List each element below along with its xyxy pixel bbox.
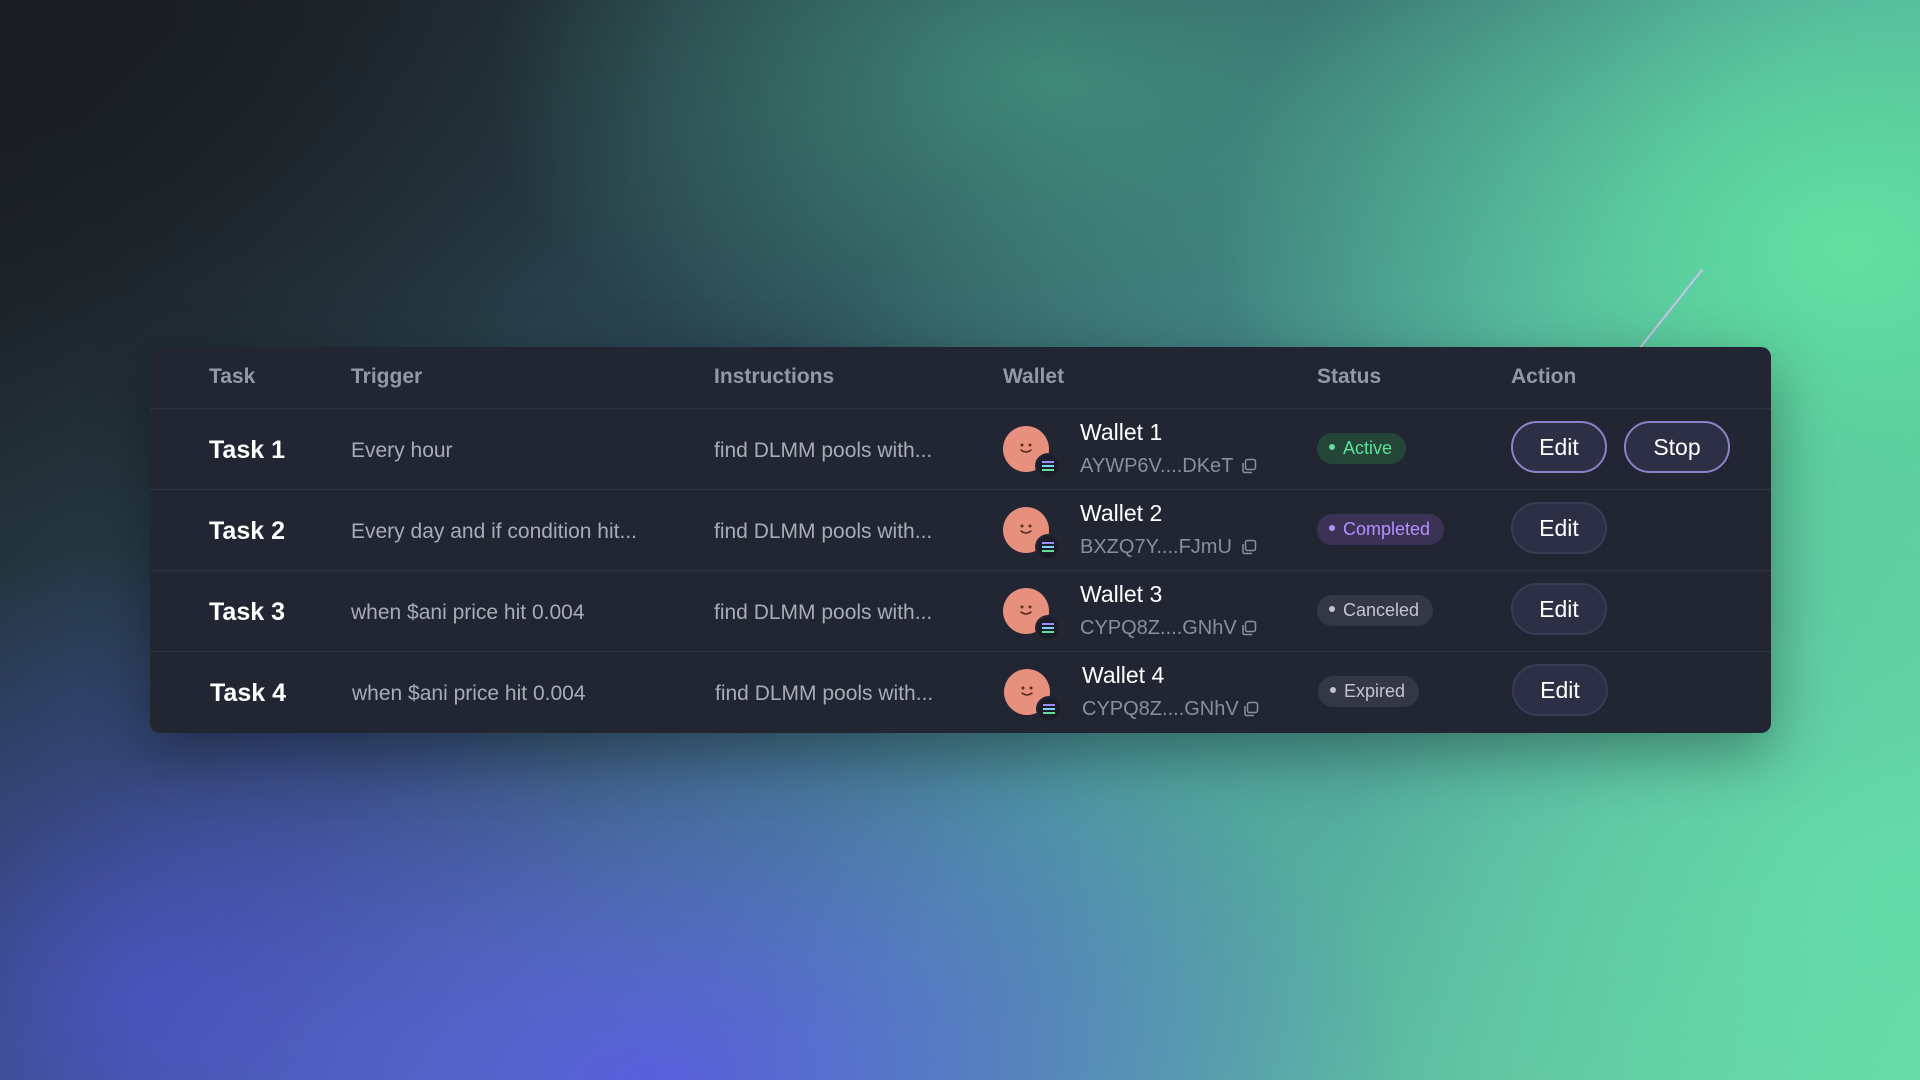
wallet-avatar (1003, 507, 1061, 560)
copy-icon[interactable] (1243, 701, 1259, 717)
stop-button[interactable]: Stop (1624, 421, 1730, 473)
table-row: Task 2 Every day and if condition hit...… (150, 490, 1771, 571)
status-label: Completed (1343, 519, 1431, 539)
trigger-text: Every day and if condition hit... (351, 520, 637, 543)
smiley-face-icon (1020, 605, 1032, 615)
status-badge: Expired (1318, 676, 1420, 707)
column-header-status: Status (1317, 365, 1382, 388)
trigger-text: Every hour (351, 439, 453, 462)
status-badge: Canceled (1317, 595, 1434, 626)
wallet-name: Wallet 4 (1082, 662, 1165, 688)
column-header-wallet: Wallet (1003, 365, 1065, 388)
status-label: Canceled (1343, 600, 1420, 620)
status-dot (1329, 606, 1335, 613)
task-name: Task 1 (209, 436, 285, 464)
edit-button[interactable]: Edit (1511, 502, 1607, 554)
trigger-text: when $ani price hit 0.004 (351, 601, 585, 624)
edit-button[interactable]: Edit (1512, 664, 1608, 716)
table-row: Task 3 when $ani price hit 0.004 find DL… (150, 571, 1771, 652)
smiley-face-icon (1021, 686, 1033, 696)
instructions-text: find DLMM pools with... (715, 682, 934, 705)
status-badge: Active (1317, 433, 1407, 464)
copy-icon[interactable] (1241, 539, 1257, 555)
task-name: Task 3 (209, 598, 285, 626)
wallet-name: Wallet 2 (1080, 500, 1163, 526)
copy-icon[interactable] (1241, 458, 1257, 474)
table-row: Task 4 when $ani price hit 0.004 find DL… (150, 652, 1771, 732)
status-badge: Completed (1317, 514, 1445, 545)
status-dot (1330, 687, 1336, 694)
edit-button[interactable]: Edit (1511, 421, 1607, 473)
task-name: Task 2 (209, 517, 285, 545)
wallet-avatar (1003, 588, 1061, 641)
wallet-address: CYPQ8Z....GNhV (1080, 617, 1237, 639)
solana-icon (1035, 615, 1061, 641)
wallet-address: BXZQ7Y....FJmU (1080, 536, 1232, 558)
wallet-address: CYPQ8Z....GNhV (1082, 698, 1239, 720)
column-header-action: Action (1511, 365, 1577, 388)
status-label: Expired (1344, 681, 1406, 701)
trigger-text: when $ani price hit 0.004 (352, 682, 586, 705)
wallet-name: Wallet 3 (1080, 581, 1163, 607)
wallet-name: Wallet 1 (1080, 419, 1163, 445)
edit-button[interactable]: Edit (1511, 583, 1607, 635)
column-header-trigger: Trigger (351, 365, 423, 388)
status-dot (1329, 525, 1335, 532)
task-name: Task 4 (210, 679, 286, 707)
wallet-avatar (1004, 669, 1062, 722)
copy-icon[interactable] (1241, 620, 1257, 636)
wallet-avatar (1003, 426, 1061, 479)
table-header: Task Trigger Instructions Wallet Status … (150, 347, 1771, 409)
smiley-face-icon (1020, 443, 1032, 453)
column-header-task: Task (209, 365, 256, 388)
tasks-table: Task Trigger Instructions Wallet Status … (150, 347, 1771, 733)
solana-icon (1036, 696, 1062, 722)
column-header-instructions: Instructions (714, 365, 835, 388)
status-dot (1329, 444, 1335, 451)
table-row: Task 1 Every hour find DLMM pools with..… (150, 409, 1771, 490)
smiley-face-icon (1020, 524, 1032, 534)
instructions-text: find DLMM pools with... (714, 520, 933, 543)
instructions-text: find DLMM pools with... (714, 601, 933, 624)
status-label: Active (1343, 438, 1393, 458)
solana-icon (1035, 453, 1061, 479)
solana-icon (1035, 534, 1061, 560)
wallet-address: AYWP6V....DKeT (1080, 455, 1234, 477)
instructions-text: find DLMM pools with... (714, 439, 933, 462)
